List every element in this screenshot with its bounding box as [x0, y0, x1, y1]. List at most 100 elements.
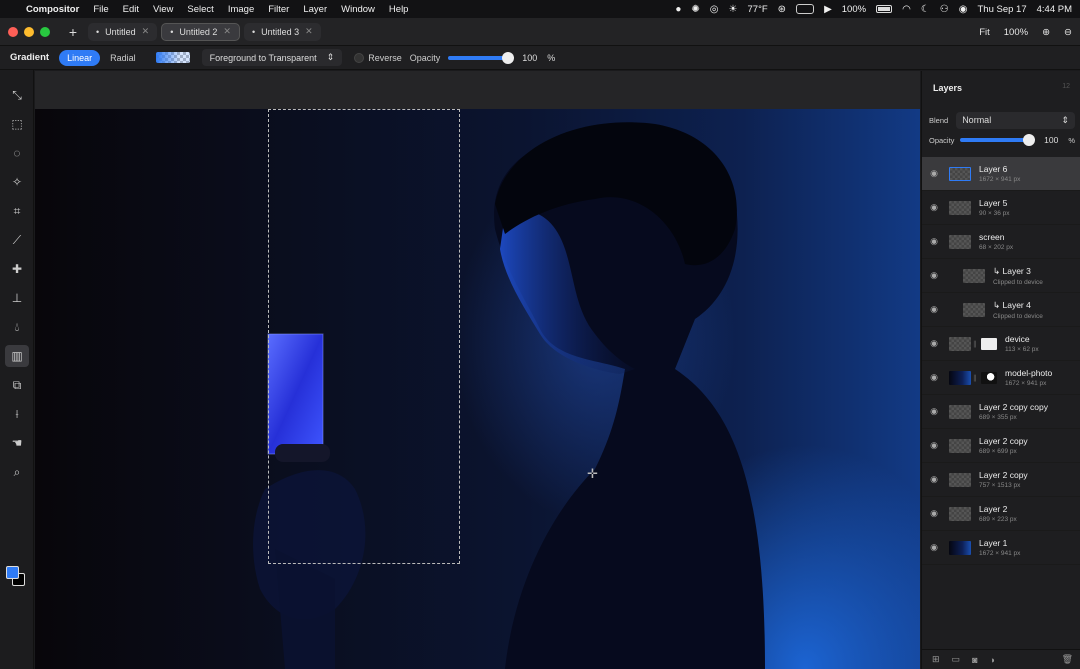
record-icon[interactable]: ●	[675, 4, 681, 15]
slider-knob[interactable]	[502, 51, 515, 64]
eye-icon[interactable]: ◉	[923, 474, 945, 485]
layer-opacity-value[interactable]: 100	[1044, 135, 1058, 145]
eye-icon[interactable]: ◉	[923, 236, 945, 247]
add-mask-icon[interactable]: ◙	[972, 655, 977, 665]
siri-icon[interactable]: ◉	[959, 4, 968, 15]
hand-tool-icon[interactable]: ☚	[5, 432, 29, 454]
menu-help[interactable]: Help	[389, 4, 409, 15]
blur-tool-icon[interactable]: 💧︎	[5, 316, 29, 338]
menu-file[interactable]: File	[93, 4, 108, 15]
layer-row[interactable]: ◉ Layer 1 1672 × 941 px	[922, 531, 1080, 565]
slider-knob[interactable]	[1023, 134, 1036, 146]
chain-icon[interactable]: ∥	[973, 374, 977, 382]
layer-row[interactable]: ◉ Layer 2 copy 689 × 699 px	[922, 429, 1080, 463]
eye-icon[interactable]: ◉	[923, 168, 945, 179]
layer-row[interactable]: ◉ Layer 2 copy copy 689 × 355 px	[922, 395, 1080, 429]
layer-row[interactable]: ◉ Layer 5 90 × 36 px	[922, 191, 1080, 225]
zoom-in-icon[interactable]: ⊕	[1042, 27, 1050, 38]
moon-icon[interactable]: ☾	[921, 4, 930, 15]
canvas-area[interactable]: ✛	[35, 71, 920, 669]
menu-window[interactable]: Window	[341, 4, 375, 15]
trash-icon[interactable]: 🗑︎	[1062, 654, 1073, 665]
mode-linear-button[interactable]: Linear	[59, 49, 101, 66]
play-icon[interactable]: ▶	[824, 4, 832, 15]
crop-tool-icon[interactable]: ⌗	[5, 200, 29, 222]
foreground-color-swatch[interactable]	[6, 566, 19, 579]
eye-icon[interactable]: ◉	[923, 338, 945, 349]
menu-layer[interactable]: Layer	[303, 4, 327, 15]
menu-select[interactable]: Select	[187, 4, 213, 15]
wifi-icon[interactable]: ◠	[902, 4, 911, 15]
weather-icon[interactable]: ☀	[729, 4, 738, 15]
eye-icon[interactable]: ◉	[923, 270, 945, 281]
user-switch-icon[interactable]: ⚇	[940, 4, 949, 15]
eye-icon[interactable]: ◉	[923, 372, 945, 383]
tab-untitled-3[interactable]: • Untitled 3 ✕	[243, 22, 321, 41]
reverse-checkbox[interactable]	[354, 52, 365, 63]
eyedropper-tool-icon[interactable]: ⟊	[5, 403, 29, 425]
magic-wand-icon[interactable]: ✧	[5, 171, 29, 193]
selection-marquee[interactable]	[268, 109, 460, 564]
fit-button[interactable]: Fit	[979, 27, 990, 38]
status-app-icon[interactable]: ◎	[710, 4, 719, 15]
new-tab-button[interactable]: +	[64, 24, 82, 40]
layer-row[interactable]: ◉ Layer 2 copy 757 × 1513 px	[922, 463, 1080, 497]
layer-row[interactable]: ◉ ↳ Layer 3 Clipped to device	[922, 259, 1080, 293]
zoom-out-icon[interactable]: ⊖	[1064, 27, 1072, 38]
menu-filter[interactable]: Filter	[268, 4, 289, 15]
new-group-icon[interactable]: ▭	[952, 654, 961, 665]
brush-tool-icon[interactable]: ⟋	[5, 229, 29, 251]
menu-image[interactable]: Image	[228, 4, 254, 15]
layer-row[interactable]: ◉ ∥ model-photo 1672 × 941 px	[922, 361, 1080, 395]
control-center-icon[interactable]	[796, 4, 815, 14]
stamp-tool-icon[interactable]: ⊥	[5, 287, 29, 309]
opacity-slider[interactable]	[448, 51, 515, 64]
adjustment-icon[interactable]: ◑	[990, 655, 995, 665]
layer-row[interactable]: ◉ Layer 6 1672 × 941 px	[922, 157, 1080, 191]
close-window-button[interactable]	[8, 26, 18, 37]
minimize-window-button[interactable]	[24, 26, 34, 37]
healing-tool-icon[interactable]: ✚	[5, 258, 29, 280]
close-icon[interactable]: ✕	[142, 26, 150, 37]
battery-icon[interactable]	[876, 5, 893, 13]
document-canvas[interactable]	[35, 109, 920, 669]
eye-icon[interactable]: ◉	[923, 406, 945, 417]
eye-icon[interactable]: ◉	[923, 440, 945, 451]
layer-row[interactable]: ◉ screen 68 × 202 px	[922, 225, 1080, 259]
tab-untitled-2[interactable]: • Untitled 2 ✕	[161, 22, 240, 41]
marquee-tool-icon[interactable]: ⬚	[5, 113, 29, 135]
close-icon[interactable]: ✕	[305, 26, 313, 37]
layer-mask-thumbnail[interactable]	[981, 337, 997, 350]
layer-mask-thumbnail[interactable]	[981, 371, 997, 384]
menu-edit[interactable]: Edit	[123, 4, 139, 15]
lasso-tool-icon[interactable]: ◌	[5, 142, 29, 164]
layer-row[interactable]: ◉ ↳ Layer 4 Clipped to device	[922, 293, 1080, 327]
add-layer-icon[interactable]: ⊞	[932, 654, 940, 665]
brightness-icon[interactable]: ✺	[691, 4, 699, 15]
layer-opacity-slider[interactable]	[960, 134, 1036, 146]
layer-name-text: Layer 4	[1002, 299, 1031, 310]
eye-icon[interactable]: ◉	[923, 304, 945, 315]
close-icon[interactable]: ✕	[223, 26, 231, 37]
mode-radial-button[interactable]: Radial	[102, 50, 144, 66]
shape-tool-icon[interactable]: ⧉	[5, 374, 29, 396]
layer-row[interactable]: ◉ ∥ device 113 × 62 px	[922, 327, 1080, 361]
eye-icon[interactable]: ◉	[923, 542, 945, 553]
opacity-value[interactable]: 100	[522, 53, 537, 63]
menu-view[interactable]: View	[153, 4, 173, 15]
gradient-preview-swatch[interactable]	[155, 52, 190, 63]
zoom-window-button[interactable]	[40, 26, 50, 37]
eye-icon[interactable]: ◉	[923, 202, 945, 213]
move-tool-icon[interactable]: ⤡	[5, 84, 29, 106]
blend-mode-select[interactable]: Normal ⇕	[956, 112, 1075, 129]
layer-row[interactable]: ◉ Layer 2 689 × 223 px	[922, 497, 1080, 531]
tab-untitled[interactable]: • Untitled ✕	[88, 22, 158, 41]
app-name-menu[interactable]: Compositor	[26, 4, 79, 15]
gradient-tool-icon[interactable]: ▥	[5, 345, 29, 367]
eye-icon[interactable]: ◉	[923, 508, 945, 519]
sync-icon[interactable]: ⊛	[778, 4, 786, 15]
zoom-level[interactable]: 100%	[1004, 27, 1028, 38]
chain-icon[interactable]: ∥	[973, 340, 977, 348]
gradient-preset-select[interactable]: Foreground to Transparent ⇕	[201, 49, 343, 66]
zoom-tool-icon[interactable]: ⌕	[5, 461, 29, 483]
